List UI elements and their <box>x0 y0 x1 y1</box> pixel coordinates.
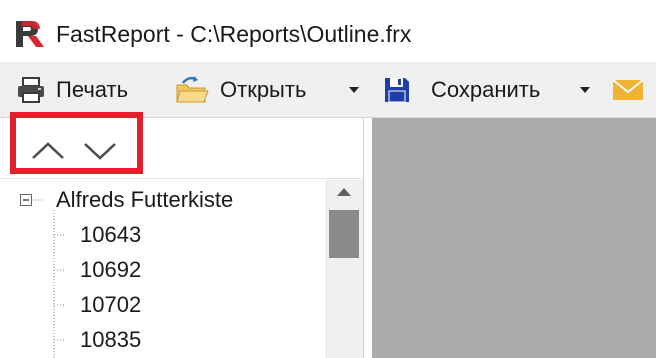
print-button[interactable]: Печать <box>16 62 128 118</box>
window-title: FastReport - C:\Reports\Outline.frx <box>56 21 412 47</box>
tree-root-node[interactable]: Alfreds Futterkiste <box>56 187 233 213</box>
report-preview-area <box>372 118 656 358</box>
save-button[interactable]: Сохранить <box>383 62 540 118</box>
scroll-thumb[interactable] <box>329 210 359 258</box>
scroll-up-arrow-icon[interactable] <box>337 188 351 196</box>
title-bar: FastReport - C:\Reports\Outline.frx <box>0 0 656 62</box>
outline-tree: Alfreds Futterkiste 10643 10692 10702 10… <box>0 180 325 358</box>
tree-child-node[interactable]: 10702 <box>80 292 141 318</box>
tree-child-node[interactable]: 10835 <box>80 327 141 353</box>
tree-child-node[interactable]: 10643 <box>80 222 141 248</box>
email-button[interactable] <box>612 62 644 118</box>
printer-icon <box>18 77 44 103</box>
highlight-box <box>10 112 143 174</box>
toolbar: Печать Открыть Сохранить <box>0 62 656 118</box>
floppy-disk-icon <box>385 78 409 103</box>
open-dropdown-arrow[interactable] <box>349 87 359 93</box>
tree-child-node[interactable]: 10692 <box>80 257 141 283</box>
tree-minus-icon[interactable] <box>20 194 32 206</box>
fastreport-logo <box>16 21 44 47</box>
save-dropdown-arrow[interactable] <box>580 87 590 93</box>
open-label: Открыть <box>220 77 307 102</box>
vertical-scrollbar[interactable] <box>325 180 363 358</box>
open-button[interactable]: Открыть <box>174 62 306 118</box>
save-label: Сохранить <box>431 77 541 102</box>
open-folder-icon <box>176 76 209 103</box>
print-label: Печать <box>56 77 129 102</box>
panel-divider <box>0 178 363 179</box>
envelope-icon <box>612 79 644 100</box>
